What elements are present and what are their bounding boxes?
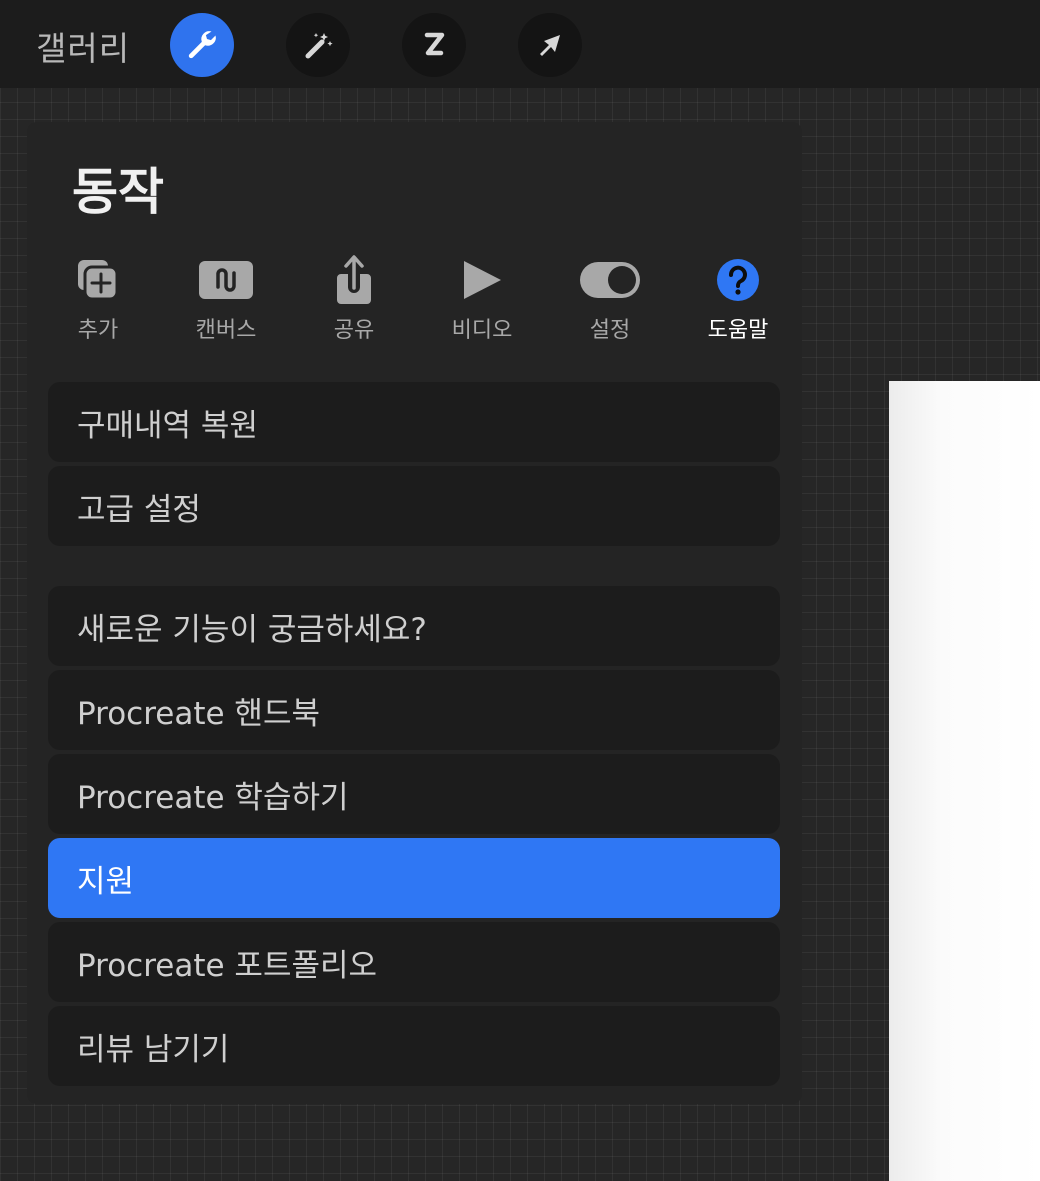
whats-new-item[interactable]: 새로운 기능이 궁금하세요?: [48, 586, 780, 666]
gallery-button[interactable]: 갤러리: [36, 22, 130, 70]
tab-settings[interactable]: 설정: [555, 254, 665, 344]
tab-label: 캔버스: [195, 318, 257, 343]
leave-review-item[interactable]: 리뷰 남기기: [48, 1006, 780, 1086]
tab-share[interactable]: 공유: [299, 254, 409, 344]
advanced-settings-item[interactable]: 고급 설정: [48, 466, 780, 546]
wrench-icon: [188, 31, 216, 59]
restore-purchases-item[interactable]: 구매내역 복원: [48, 382, 780, 462]
canvas-document[interactable]: [889, 381, 1040, 1181]
tab-label: 도움말: [707, 318, 769, 343]
tab-help[interactable]: 도움말: [683, 254, 793, 344]
add-icon: [78, 260, 119, 301]
adjustments-tool-button[interactable]: [286, 13, 350, 77]
tab-label: 공유: [333, 318, 375, 343]
tab-label: 비디오: [451, 318, 513, 343]
selection-tool-button[interactable]: [402, 13, 466, 77]
tab-canvas[interactable]: 캔버스: [171, 254, 281, 344]
tab-label: 설정: [589, 318, 631, 343]
tab-add[interactable]: 추가: [43, 254, 153, 344]
actions-panel: 동작 추가 캔버스 공유 비디오 설정 도움말 구매내역 복원 고급 설정 새로…: [27, 122, 802, 1104]
canvas-icon: [199, 261, 253, 299]
learn-procreate-item[interactable]: Procreate 학습하기: [48, 754, 780, 834]
tab-label: 추가: [77, 318, 119, 343]
help-icon: [717, 259, 759, 301]
portfolio-item[interactable]: Procreate 포트폴리오: [48, 922, 780, 1002]
handbook-item[interactable]: Procreate 핸드북: [48, 670, 780, 750]
top-toolbar: 갤러리: [0, 0, 1040, 88]
actions-tool-button[interactable]: [170, 13, 234, 77]
selection-s-icon: [424, 32, 445, 56]
video-play-icon: [464, 261, 501, 299]
support-item[interactable]: 지원: [48, 838, 780, 918]
magic-wand-icon: [305, 33, 333, 59]
settings-toggle-icon: [580, 262, 640, 298]
panel-title: 동작: [72, 163, 164, 221]
transform-arrow-icon: [540, 35, 560, 56]
tab-video[interactable]: 비디오: [427, 254, 537, 344]
share-icon: [337, 255, 371, 304]
transform-tool-button[interactable]: [518, 13, 582, 77]
actions-tabs: 추가 캔버스 공유 비디오 설정 도움말: [27, 254, 802, 344]
